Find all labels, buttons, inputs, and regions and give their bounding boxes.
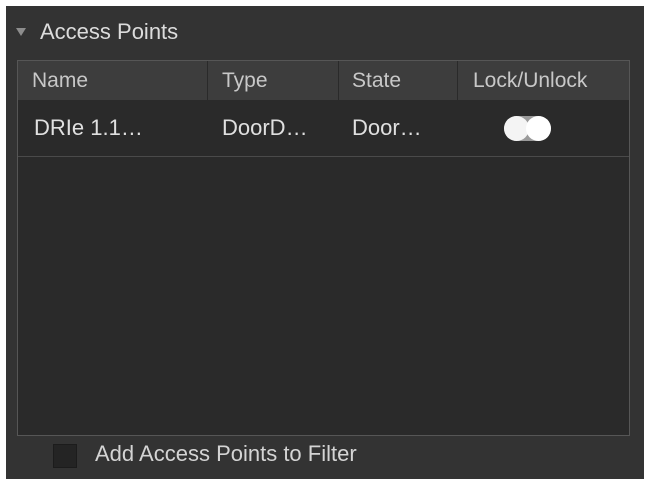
access-points-panel: Access Points Name Type State Lock/Unloc… — [6, 6, 644, 479]
filter-checkbox[interactable] — [53, 444, 77, 468]
access-points-table: Name Type State Lock/Unlock DRIe 1.1… Do… — [17, 60, 630, 436]
column-header-state[interactable]: State — [352, 61, 452, 100]
column-divider[interactable] — [207, 61, 208, 100]
column-header-name[interactable]: Name — [32, 61, 202, 100]
table-header: Name Type State Lock/Unlock — [18, 61, 629, 100]
cell-state: Door… — [352, 115, 422, 140]
lock-unlock-toggle[interactable] — [504, 116, 551, 141]
filter-label[interactable]: Add Access Points to Filter — [95, 439, 357, 469]
column-divider[interactable] — [338, 61, 339, 100]
cell-type: DoorD… — [222, 115, 308, 140]
column-header-type[interactable]: Type — [222, 61, 332, 100]
toggle-knob — [526, 116, 551, 141]
column-header-lock-unlock[interactable]: Lock/Unlock — [473, 61, 623, 100]
panel-title: Access Points — [40, 19, 179, 44]
panel-header[interactable]: Access Points — [6, 6, 644, 56]
triangle-down-icon[interactable] — [16, 28, 26, 36]
cell-name: DRIe 1.1… — [34, 115, 143, 140]
column-divider[interactable] — [457, 61, 458, 100]
table-row[interactable]: DRIe 1.1… DoorD… Door… — [18, 100, 629, 157]
